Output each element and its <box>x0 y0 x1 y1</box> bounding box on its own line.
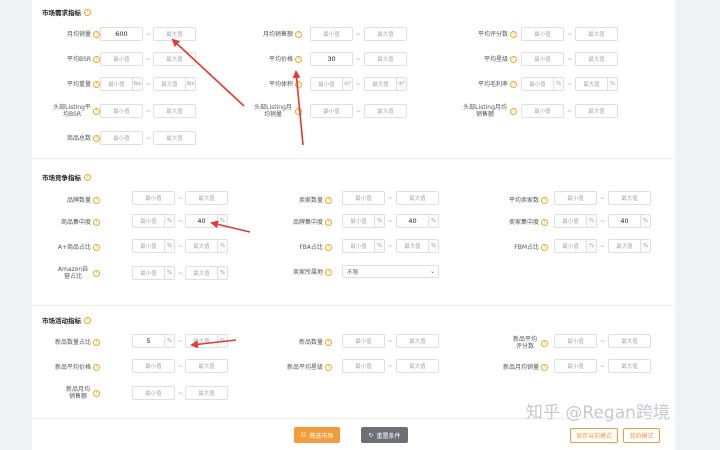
arrow-to-new-ratio <box>190 339 237 349</box>
arrow-to-concentration <box>210 220 251 233</box>
annotation-arrows <box>171 38 304 349</box>
arrow-to-avg-price <box>292 70 304 146</box>
arrow-to-monthly-sales <box>171 38 245 107</box>
watermark: 知乎 @Regan跨境 <box>526 403 670 423</box>
